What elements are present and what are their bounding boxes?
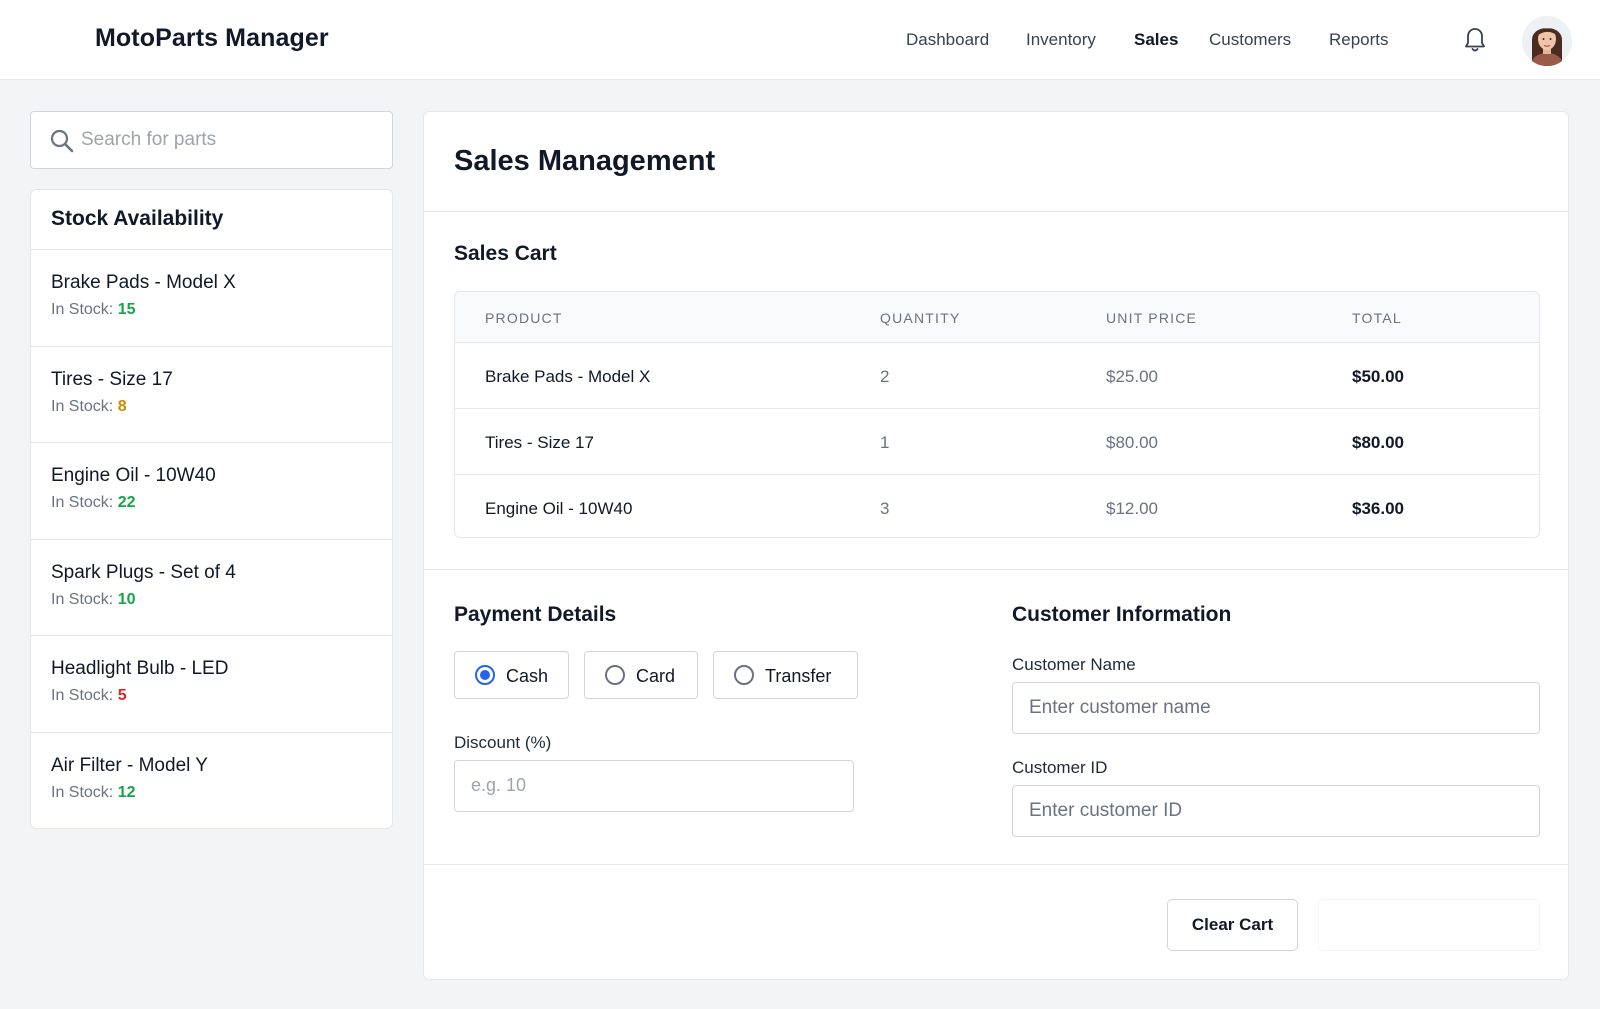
stock-item[interactable]: Brake Pads - Model X In Stock: 15 xyxy=(31,250,392,347)
cell-unit-price: $25.00 xyxy=(1106,367,1158,386)
radio-checked-icon[interactable] xyxy=(475,665,495,685)
stock-level: In Stock: 15 xyxy=(51,301,372,319)
stock-availability-panel: Stock Availability Brake Pads - Model X … xyxy=(30,189,393,829)
customer-name-label: Customer Name xyxy=(1012,655,1136,674)
column-header-total: TOTAL xyxy=(1352,310,1402,326)
stock-item-name: Brake Pads - Model X xyxy=(51,272,236,293)
stock-item[interactable]: Headlight Bulb - LED In Stock: 5 xyxy=(31,636,392,733)
payment-option-label: Transfer xyxy=(765,666,832,686)
cell-product: Tires - Size 17 xyxy=(485,433,594,452)
stock-count: 22 xyxy=(117,494,136,511)
cell-unit-price: $12.00 xyxy=(1106,499,1158,518)
column-header-unit-price: UNIT PRICE xyxy=(1106,310,1198,326)
in-stock-label: In Stock: xyxy=(51,301,114,318)
nav-item-dashboard[interactable]: Dashboard xyxy=(906,30,989,50)
nav-item-customers[interactable]: Customers xyxy=(1209,30,1291,50)
in-stock-label: In Stock: xyxy=(51,687,114,704)
sales-management-panel: Sales Management Sales Cart PRODUCT QUAN… xyxy=(423,111,1569,980)
stock-item[interactable]: Engine Oil - 10W40 In Stock: 22 xyxy=(31,443,392,540)
stock-item-name: Air Filter - Model Y xyxy=(51,754,208,776)
stock-count: 15 xyxy=(117,301,136,318)
table-row[interactable]: Tires - Size 17 1 $80.00 $80.00 xyxy=(455,408,1539,474)
in-stock-label: In Stock: xyxy=(51,494,114,511)
parts-search-box xyxy=(30,111,393,169)
checkout-button[interactable] xyxy=(1318,899,1540,951)
radio-unchecked-icon[interactable] xyxy=(734,665,754,685)
stock-item[interactable]: Tires - Size 17 In Stock: 8 xyxy=(31,347,392,443)
app-title: MotoParts Manager xyxy=(95,24,329,52)
cell-quantity: 2 xyxy=(880,367,890,386)
cell-total: $50.00 xyxy=(1352,367,1404,386)
stock-count: 12 xyxy=(117,783,136,801)
stock-item-name: Spark Plugs - Set of 4 xyxy=(51,561,236,583)
sales-cart-title: Sales Cart xyxy=(454,242,557,265)
payment-details-title: Payment Details xyxy=(454,603,617,626)
payment-option-cash[interactable]: Cash xyxy=(454,651,569,699)
payment-option-label: Card xyxy=(636,666,676,686)
radio-unchecked-icon[interactable] xyxy=(605,665,625,685)
in-stock-label: In Stock: xyxy=(51,397,114,415)
nav-item-inventory[interactable]: Inventory xyxy=(1026,30,1096,50)
nav-item-reports[interactable]: Reports xyxy=(1329,30,1389,50)
stock-item[interactable]: Air Filter - Model Y In Stock: 12 xyxy=(31,733,392,829)
stock-level: In Stock: 10 xyxy=(51,591,372,609)
top-navbar: MotoParts Manager Dashboard Inventory Sa… xyxy=(0,0,1600,80)
cell-product: Brake Pads - Model X xyxy=(485,367,651,386)
stock-level: In Stock: 8 xyxy=(51,398,372,416)
divider xyxy=(424,864,1568,865)
search-icon xyxy=(49,128,75,154)
cell-quantity: 1 xyxy=(880,433,890,452)
nav-item-sales[interactable]: Sales xyxy=(1134,30,1178,50)
cell-unit-price: $80.00 xyxy=(1106,433,1158,452)
stock-item-name: Headlight Bulb - LED xyxy=(51,658,229,679)
divider xyxy=(424,211,1568,212)
stock-item-name: Engine Oil - 10W40 xyxy=(51,465,216,486)
in-stock-label: In Stock: xyxy=(51,783,114,801)
sales-cart-table: PRODUCT QUANTITY UNIT PRICE TOTAL Brake … xyxy=(454,291,1540,538)
customer-id-label: Customer ID xyxy=(1012,758,1108,777)
payment-option-transfer[interactable]: Transfer xyxy=(713,651,858,699)
stock-title: Stock Availability xyxy=(31,190,392,250)
stock-level: In Stock: 12 xyxy=(51,784,372,802)
cell-total: $80.00 xyxy=(1352,433,1404,452)
payment-option-card[interactable]: Card xyxy=(584,651,698,699)
stock-count: 8 xyxy=(117,397,127,415)
in-stock-label: In Stock: xyxy=(51,590,114,608)
table-header: PRODUCT QUANTITY UNIT PRICE TOTAL xyxy=(455,292,1539,342)
stock-item[interactable]: Spark Plugs - Set of 4 In Stock: 10 xyxy=(31,540,392,636)
divider xyxy=(424,569,1568,570)
cell-quantity: 3 xyxy=(880,499,890,518)
column-header-quantity: QUANTITY xyxy=(880,310,961,326)
payment-option-label: Cash xyxy=(506,666,549,686)
user-avatar[interactable] xyxy=(1522,16,1572,66)
table-row[interactable]: Engine Oil - 10W40 3 $12.00 $36.00 xyxy=(455,474,1539,537)
customer-id-input[interactable] xyxy=(1012,785,1540,837)
table-row[interactable]: Brake Pads - Model X 2 $25.00 $50.00 xyxy=(455,342,1539,408)
customer-name-input[interactable] xyxy=(1012,682,1540,734)
stock-count: 5 xyxy=(117,687,127,704)
customer-information-title: Customer Information xyxy=(1012,603,1232,626)
stock-level: In Stock: 5 xyxy=(51,687,372,705)
bell-icon[interactable] xyxy=(1463,26,1487,54)
stock-level: In Stock: 22 xyxy=(51,494,372,512)
cell-total: $36.00 xyxy=(1352,499,1404,518)
search-input[interactable] xyxy=(81,122,381,158)
stock-count: 10 xyxy=(117,590,136,608)
stock-item-name: Tires - Size 17 xyxy=(51,368,173,390)
page-title: Sales Management xyxy=(454,145,716,177)
column-header-product: PRODUCT xyxy=(485,310,563,326)
cell-product: Engine Oil - 10W40 xyxy=(485,499,633,518)
discount-input[interactable] xyxy=(454,760,854,812)
clear-cart-button[interactable]: Clear Cart xyxy=(1167,899,1298,951)
discount-label: Discount (%) xyxy=(454,733,552,752)
